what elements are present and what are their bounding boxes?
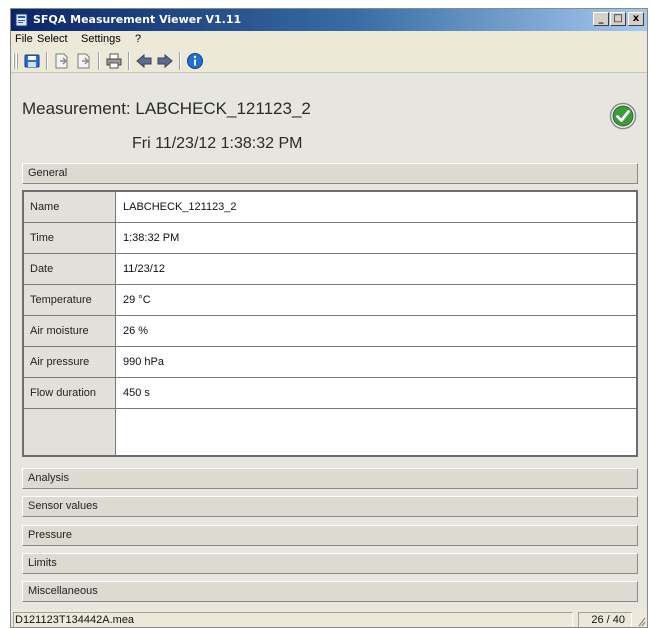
toolbar-separator [98, 52, 100, 70]
app-window: SFQA Measurement Viewer V1.11 _ □ x File… [10, 8, 648, 628]
property-label-text: Name [30, 201, 60, 213]
close-button[interactable]: x [628, 12, 644, 26]
section-label: Sensor values [28, 500, 98, 512]
section-label: Pressure [28, 529, 73, 541]
minimize-button[interactable]: _ [593, 12, 609, 26]
property-value-text: 26 % [123, 325, 149, 337]
measurement-title: Measurement: LABCHECK_121123_2 [22, 99, 311, 118]
maximize-button[interactable]: □ [610, 12, 626, 26]
print-icon[interactable] [105, 52, 123, 70]
property-label-text: Temperature [30, 294, 92, 306]
property-label-text: Air moisture [30, 325, 89, 337]
property-label: Temperature [24, 285, 116, 315]
export-all-icon[interactable] [75, 52, 93, 70]
menu-settings[interactable]: Settings [81, 33, 121, 45]
property-label: Time [24, 223, 116, 253]
section-limits[interactable]: Limits [22, 553, 638, 574]
property-value[interactable]: 990 hPa [117, 347, 636, 377]
property-value-text: 990 hPa [123, 356, 164, 368]
section-label: Analysis [28, 472, 69, 484]
status-count: 26 / 40 [591, 614, 625, 626]
info-icon[interactable] [186, 52, 204, 70]
table-row: Name LABCHECK_121123_2 [24, 192, 636, 223]
save-icon[interactable] [23, 52, 41, 70]
property-value[interactable]: 26 % [117, 316, 636, 346]
property-label: Date [24, 254, 116, 284]
app-icon [15, 13, 28, 27]
property-label: Air moisture [24, 316, 116, 346]
check-icon [609, 102, 637, 130]
table-row: Time 1:38:32 PM [24, 223, 636, 254]
property-value-text: 1:38:32 PM [123, 232, 180, 244]
section-label: General [28, 167, 68, 179]
menu-bar: File Select Settings ? [11, 31, 647, 49]
table-row: Temperature 29 °C [24, 285, 636, 316]
property-label-text: Air pressure [30, 356, 90, 368]
arrow-left-icon[interactable] [135, 52, 153, 70]
property-value-text: LABCHECK_121123_2 [123, 201, 237, 213]
section-pressure[interactable]: Pressure [22, 525, 638, 546]
toolbar-separator [46, 52, 48, 70]
table-row: Flow duration 450 s [24, 378, 636, 409]
property-label: Air pressure [24, 347, 116, 377]
toolbar-grip[interactable] [13, 53, 15, 69]
toolbar-grip[interactable] [16, 53, 18, 69]
status-bar: D121123T134442A.mea 26 / 40 [11, 609, 647, 627]
property-value[interactable]: 11/23/12 [117, 254, 636, 284]
status-filename-pane: D121123T134442A.mea [13, 612, 573, 627]
toolbar-separator [179, 52, 181, 70]
property-value[interactable]: 29 °C [117, 285, 636, 315]
table-row: Date 11/23/12 [24, 254, 636, 285]
window-title: SFQA Measurement Viewer V1.11 [33, 13, 242, 26]
toolbar-separator [128, 52, 130, 70]
property-label: Flow duration [24, 378, 116, 408]
section-label: Limits [28, 557, 57, 569]
export-icon[interactable] [53, 52, 71, 70]
property-value-text: 450 s [123, 387, 150, 399]
section-miscellaneous[interactable]: Miscellaneous [22, 581, 638, 602]
property-value-text: 11/23/12 [123, 263, 166, 275]
section-sensor-values[interactable]: Sensor values [22, 496, 638, 517]
toolbar [11, 49, 647, 73]
section-analysis[interactable]: Analysis [22, 468, 638, 489]
arrow-right-icon[interactable] [156, 52, 174, 70]
property-label-text: Time [30, 232, 55, 244]
status-count-pane: 26 / 40 [578, 612, 632, 627]
empty-grid-row [24, 409, 116, 455]
status-filename: D121123T134442A.mea [15, 614, 135, 626]
menu-select[interactable]: Select [37, 33, 68, 45]
measurement-datetime: Fri 11/23/12 1:38:32 PM [132, 135, 303, 152]
menu-file[interactable]: File [15, 33, 33, 45]
title-bar[interactable]: SFQA Measurement Viewer V1.11 _ □ x [11, 9, 647, 31]
property-label-text: Flow duration [30, 387, 97, 399]
table-row: Air moisture 26 % [24, 316, 636, 347]
property-value[interactable]: 1:38:32 PM [117, 223, 636, 253]
table-row: Air pressure 990 hPa [24, 347, 636, 378]
resize-grip-icon[interactable] [636, 615, 646, 627]
property-label-text: Date [30, 263, 54, 275]
section-general[interactable]: General [22, 163, 638, 184]
property-value-text: 29 °C [123, 294, 151, 306]
property-grid: Name LABCHECK_121123_2 Time 1:38:32 PM D… [22, 190, 638, 457]
menu-help[interactable]: ? [135, 33, 141, 45]
property-value[interactable]: LABCHECK_121123_2 [117, 192, 636, 222]
property-value[interactable]: 450 s [117, 378, 636, 408]
property-label: Name [24, 192, 116, 222]
section-label: Miscellaneous [28, 585, 98, 597]
